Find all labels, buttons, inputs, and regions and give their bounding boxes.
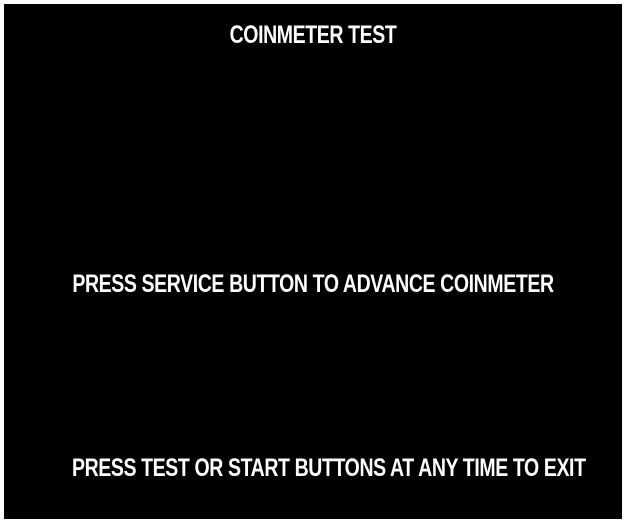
advance-instruction: PRESS SERVICE BUTTON TO ADVANCE COINMETE… xyxy=(72,270,554,298)
exit-instruction: PRESS TEST OR START BUTTONS AT ANY TIME … xyxy=(71,454,586,482)
test-screen: COINMETER TEST PRESS SERVICE BUTTON TO A… xyxy=(4,4,622,519)
screen-title: COINMETER TEST xyxy=(229,21,397,49)
